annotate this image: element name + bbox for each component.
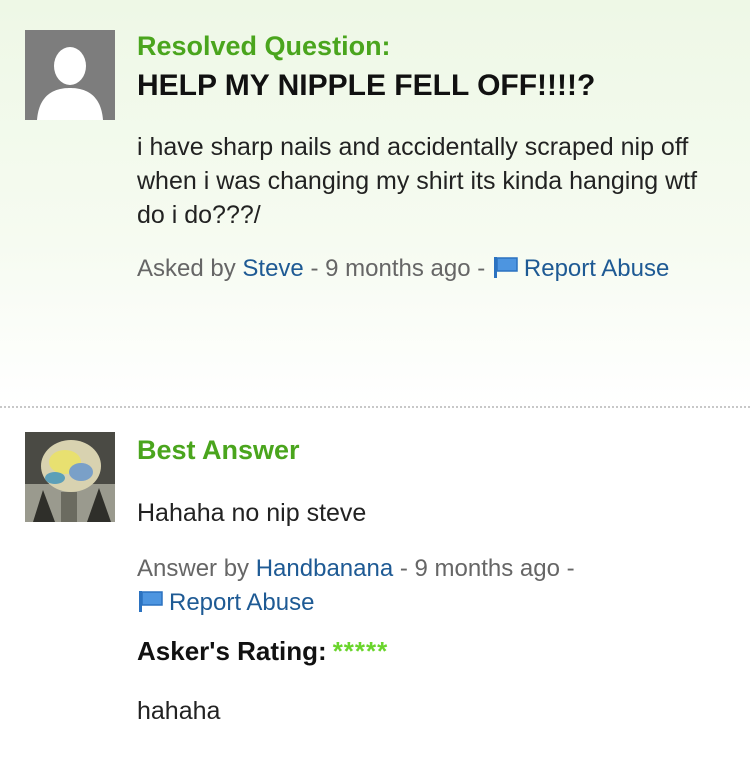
answerer-avatar[interactable] bbox=[25, 432, 115, 522]
asker-avatar[interactable] bbox=[25, 30, 115, 120]
answer-meta: Answer by Handbanana - 9 months ago - Re… bbox=[137, 552, 727, 620]
answer-body: Hahaha no nip steve bbox=[137, 499, 367, 527]
question-content: Resolved Question: HELP MY NIPPLE FELL O… bbox=[137, 30, 727, 286]
flag-icon bbox=[139, 591, 163, 612]
report-abuse-text: Report Abuse bbox=[169, 589, 315, 616]
answer-content: Best Answer Hahaha no nip steve Answer b… bbox=[137, 434, 727, 728]
user-photo-avatar bbox=[25, 432, 115, 522]
separator: - bbox=[310, 255, 319, 282]
question-time: 9 months ago bbox=[325, 255, 471, 282]
report-abuse-link[interactable]: Report Abuse bbox=[492, 255, 669, 282]
separator: - bbox=[399, 555, 408, 582]
best-answer-label: Best Answer bbox=[137, 435, 300, 465]
asked-by-label: Asked by bbox=[137, 255, 236, 282]
answer-time: 9 months ago bbox=[414, 555, 560, 582]
answerer-link[interactable]: Handbanana bbox=[256, 555, 393, 582]
resolved-question-label: Resolved Question: bbox=[137, 31, 391, 61]
rating-stars: ***** bbox=[332, 636, 389, 666]
flag-icon bbox=[493, 257, 518, 278]
asker-comment: hahaha bbox=[137, 697, 221, 725]
default-avatar-icon bbox=[25, 30, 115, 120]
report-abuse-link[interactable]: Report Abuse bbox=[137, 586, 727, 620]
question-meta: Asked by Steve - 9 months ago - Report A… bbox=[137, 252, 727, 286]
question-section: Resolved Question: HELP MY NIPPLE FELL O… bbox=[0, 0, 750, 406]
question-body: i have sharp nails and accidentally scra… bbox=[137, 133, 698, 229]
separator: - bbox=[477, 255, 486, 282]
section-divider bbox=[0, 406, 750, 408]
question-title[interactable]: HELP MY NIPPLE FELL OFF!!!!? bbox=[137, 68, 727, 104]
asker-link[interactable]: Steve bbox=[242, 255, 303, 282]
report-abuse-text: Report Abuse bbox=[523, 255, 670, 282]
answer-by-label: Answer by bbox=[137, 555, 250, 582]
asker-rating: Asker's Rating: ***** bbox=[137, 634, 727, 668]
asker-rating-label: Asker's Rating: bbox=[137, 636, 327, 666]
separator: - bbox=[566, 555, 575, 582]
